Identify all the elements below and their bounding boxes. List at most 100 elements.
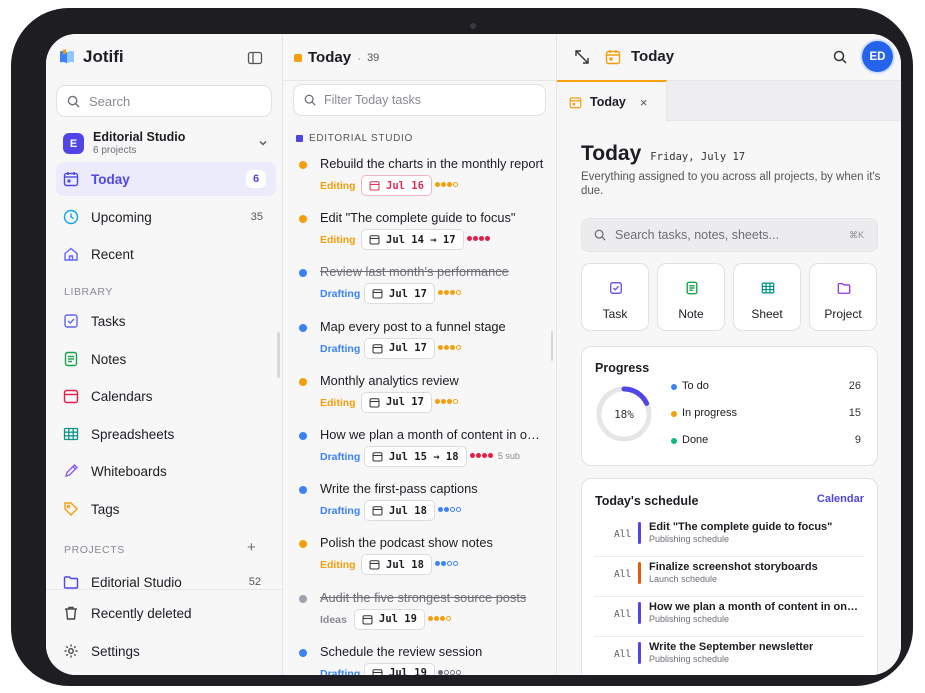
camera-dot bbox=[470, 23, 476, 29]
due-date-chip[interactable]: Jul 17 bbox=[364, 337, 435, 359]
task-status: Ideas bbox=[320, 613, 347, 626]
search-input[interactable] bbox=[89, 93, 239, 109]
schedule-time-tag: All bbox=[614, 649, 632, 660]
nav-recently-deleted[interactable]: Recently deleted bbox=[56, 596, 276, 630]
calendar-link[interactable]: Calendar bbox=[817, 493, 864, 505]
calendar-today-icon bbox=[63, 171, 79, 187]
quick-add-task[interactable]: Task bbox=[581, 263, 649, 331]
project-editorial-studio[interactable]: Editorial Studio 52 bbox=[56, 565, 276, 599]
due-date-text: Jul 16 bbox=[386, 179, 424, 192]
workspace-name: Editorial Studio bbox=[93, 130, 186, 144]
priority-dot bbox=[434, 615, 440, 621]
task-row[interactable]: Edit "The complete guide to focus" Editin… bbox=[283, 210, 556, 260]
status-dot bbox=[299, 432, 307, 440]
expand-icon[interactable] bbox=[574, 49, 590, 65]
status-dot bbox=[299, 377, 307, 386]
sidebar-search[interactable] bbox=[56, 85, 272, 117]
priority-indicator bbox=[435, 561, 459, 567]
nav-recent[interactable]: Recent bbox=[56, 237, 276, 271]
legend-dot bbox=[671, 411, 677, 417]
sidebar-scrollbar[interactable] bbox=[277, 332, 280, 378]
workspace-badge: E bbox=[63, 133, 84, 154]
due-date-chip[interactable]: Jul 15 → 18 bbox=[364, 446, 467, 467]
search-icon[interactable] bbox=[833, 50, 847, 64]
priority-dot bbox=[441, 182, 447, 187]
task-filter[interactable] bbox=[293, 84, 546, 116]
task-row[interactable]: Monthly analytics review Editing Jul 17 bbox=[283, 373, 556, 423]
quick-add-sheet[interactable]: Sheet bbox=[733, 263, 801, 331]
task-status: Drafting bbox=[320, 505, 361, 518]
due-date-chip[interactable]: Jul 14 → 17 bbox=[361, 229, 464, 251]
task-status: Editing bbox=[320, 559, 356, 572]
priority-dot bbox=[441, 398, 447, 404]
search-shortcut: ⌘K bbox=[849, 229, 865, 240]
status-dot bbox=[299, 269, 307, 278]
nav-upcoming[interactable]: Upcoming 35 bbox=[56, 200, 276, 234]
due-date-chip[interactable]: Jul 18 bbox=[361, 554, 432, 576]
nav-spreadsheets[interactable]: Spreadsheets bbox=[56, 417, 276, 451]
calendar-icon bbox=[369, 398, 380, 408]
nav-notes[interactable]: Notes bbox=[56, 342, 276, 376]
due-date-chip[interactable]: Jul 19 bbox=[354, 608, 425, 630]
header-separator: · bbox=[357, 50, 362, 65]
tab-close-button[interactable]: × bbox=[640, 95, 648, 110]
detail-panel: Today ED Today × Today Friday, July 17 E… bbox=[557, 34, 901, 675]
workspace-switcher[interactable]: E Editorial Studio 6 projects bbox=[63, 129, 268, 157]
quick-add-note-label: Note bbox=[678, 307, 704, 321]
today-color-swatch bbox=[294, 53, 302, 62]
task-row[interactable]: Audit the five strongest source posts Ide… bbox=[283, 590, 556, 640]
task-row[interactable]: Schedule the review session Drafting Jul 1… bbox=[283, 644, 556, 675]
quick-add-note[interactable]: Note bbox=[657, 263, 725, 331]
nav-whiteboards[interactable]: Whiteboards bbox=[56, 454, 276, 488]
schedule-item[interactable]: All Edit "The complete guide to focus" Pub… bbox=[594, 517, 865, 557]
group-header: EDITORIAL STUDIO bbox=[296, 133, 413, 144]
schedule-item-calendar: Publishing schedule bbox=[649, 534, 730, 544]
projects-section-label: PROJECTS bbox=[64, 544, 125, 556]
task-row[interactable]: Rebuild the charts in the monthly report… bbox=[283, 156, 556, 206]
schedule-item[interactable]: All Write the September newsletter Publish… bbox=[594, 637, 865, 675]
nav-calendars-label: Calendars bbox=[91, 388, 153, 404]
schedule-item[interactable]: All Finalize screenshot storyboards Launch… bbox=[594, 557, 865, 597]
task-row[interactable]: Polish the podcast show notes Editing Jul … bbox=[283, 535, 556, 585]
task-list-scrollbar[interactable] bbox=[551, 331, 553, 361]
schedule-time-tag: All bbox=[614, 569, 632, 580]
nav-tasks[interactable]: Tasks bbox=[56, 304, 276, 338]
nav-today[interactable]: Today 6 bbox=[56, 162, 276, 196]
user-avatar[interactable]: ED bbox=[862, 41, 893, 72]
task-row[interactable]: Map every post to a funnel stage Drafting… bbox=[283, 319, 556, 369]
nav-calendars[interactable]: Calendars bbox=[56, 379, 276, 413]
task-row[interactable]: Review last month's performance Drafting J… bbox=[283, 264, 556, 314]
due-date-chip[interactable]: Jul 17 bbox=[361, 391, 432, 413]
task-status: Drafting bbox=[320, 288, 361, 301]
add-project-button[interactable]: + bbox=[247, 539, 256, 556]
schedule-item-title: Write the September newsletter bbox=[649, 641, 814, 653]
header-divider bbox=[283, 80, 556, 81]
sidebar: Jotifi E Editorial Studio 6 projects Tod… bbox=[46, 34, 283, 675]
global-search-input[interactable] bbox=[615, 228, 840, 242]
task-row[interactable]: Write the first-pass captions Drafting Jul… bbox=[283, 481, 556, 531]
due-date-chip[interactable]: Jul 18 bbox=[364, 500, 435, 522]
nav-settings[interactable]: Settings bbox=[56, 634, 276, 668]
due-date-chip[interactable]: Jul 16 bbox=[361, 175, 432, 196]
nav-settings-label: Settings bbox=[91, 643, 140, 659]
task-row[interactable]: How we plan a month of content in one af… bbox=[283, 427, 556, 477]
nav-tags[interactable]: Tags bbox=[56, 492, 276, 526]
tab-today[interactable]: Today × bbox=[557, 80, 667, 122]
quick-add-sheet-label: Sheet bbox=[751, 307, 783, 321]
due-date-chip[interactable]: Jul 19 bbox=[364, 662, 435, 675]
filter-input[interactable] bbox=[324, 93, 524, 107]
due-date-chip[interactable]: Jul 17 bbox=[364, 283, 435, 305]
due-date-text: Jul 18 bbox=[386, 558, 424, 571]
nav-recent-label: Recent bbox=[91, 246, 134, 262]
schedule-item[interactable]: All How we plan a month of content in one… bbox=[594, 597, 865, 637]
calendar-icon bbox=[372, 289, 383, 299]
global-search[interactable]: ⌘K bbox=[581, 218, 878, 252]
detail-title: Today bbox=[631, 48, 675, 65]
priority-indicator bbox=[435, 398, 459, 404]
group-label: EDITORIAL STUDIO bbox=[309, 133, 413, 144]
quick-add-project[interactable]: Project bbox=[809, 263, 877, 331]
collapse-sidebar-icon[interactable] bbox=[247, 50, 263, 66]
legend-label: To do bbox=[682, 380, 709, 392]
schedule-item-calendar: Publishing schedule bbox=[649, 654, 730, 664]
nav-tags-label: Tags bbox=[91, 501, 120, 517]
